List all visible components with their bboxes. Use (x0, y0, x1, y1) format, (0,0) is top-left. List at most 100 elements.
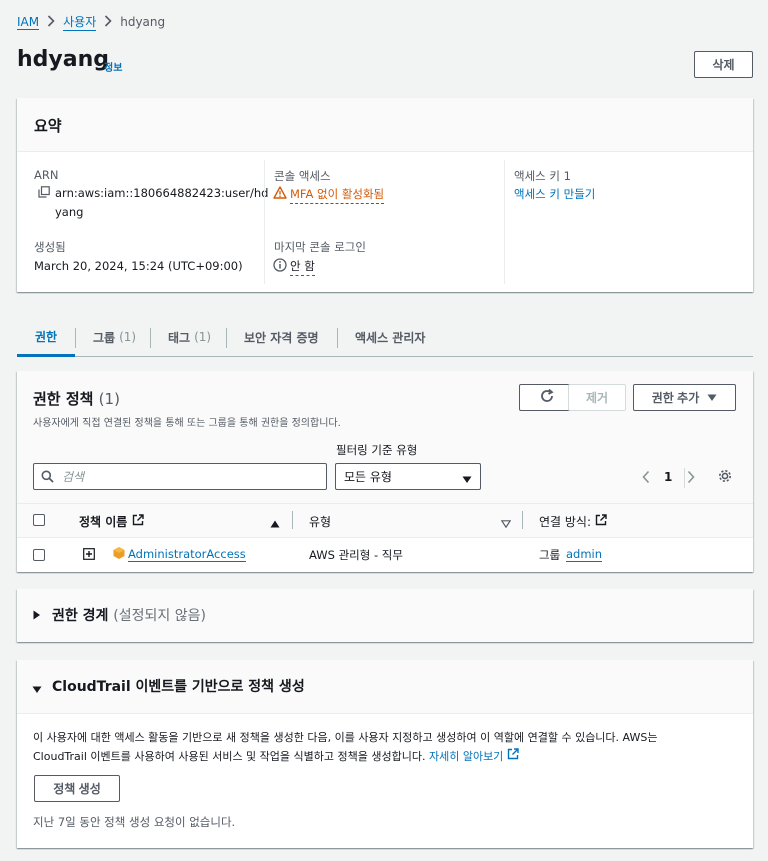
info-link[interactable]: 정보 (104, 59, 122, 74)
breadcrumb-current: hdyang (120, 15, 166, 29)
tab-label: 그룹 (93, 330, 116, 345)
tab-divider (337, 328, 338, 348)
console-access-label: 콘솔 액세스 (274, 169, 331, 183)
cloudtrail-body-line2: CloudTrail 이벤트를 사용하여 사용된 서비스 및 작업을 식별하고 … (33, 748, 519, 764)
tab-label: 태그 (168, 330, 191, 345)
add-permissions-button[interactable]: 권한 추가 (633, 384, 736, 411)
policies-count: (1) (98, 390, 120, 408)
sort-ascending-icon[interactable] (270, 517, 280, 531)
copy-icon[interactable] (38, 186, 50, 201)
column-attached-label: 연결 방식: (539, 515, 592, 529)
external-link-icon (595, 514, 607, 529)
arn-label: ARN (34, 168, 59, 182)
summary-header: 요약 (17, 98, 753, 152)
tab-divider (75, 328, 76, 348)
console-access-value[interactable]: MFA 없이 활성화됨 (290, 186, 385, 204)
search-icon (41, 470, 54, 486)
aws-managed-policy-icon (112, 546, 126, 563)
tab-count: (1) (194, 330, 212, 344)
boundary-status: (설정되지 않음) (113, 608, 206, 624)
access-key-label: 액세스 키 1 (514, 169, 571, 183)
summary-title: 요약 (34, 117, 62, 135)
arn-value-line1: arn:aws:iam::180664882423:user/hd (55, 186, 269, 200)
created-value: March 20, 2024, 15:24 (UTC+09:00) (34, 259, 243, 273)
divider (17, 713, 753, 714)
cloudtrail-policy-panel: CloudTrail 이벤트를 기반으로 정책 생성 이 사용자에 대한 액세스… (17, 660, 753, 848)
arn-value-line2: yang (55, 205, 84, 219)
generate-policy-button[interactable]: 정책 생성 (34, 775, 120, 802)
delete-button[interactable]: 삭제 (694, 51, 753, 78)
remove-button[interactable]: 제거 (568, 384, 626, 411)
breadcrumb-iam-link[interactable]: IAM (17, 15, 40, 30)
refresh-button[interactable] (519, 384, 575, 411)
tab-groups[interactable]: 그룹 (1) (93, 318, 136, 356)
breadcrumb: IAM 사용자 hdyang (17, 12, 165, 32)
filter-label: 필터링 기준 유형 (336, 443, 418, 457)
caret-down-icon (707, 391, 717, 405)
external-link-icon (507, 748, 519, 763)
expand-plus-icon[interactable] (83, 548, 95, 563)
tab-count: (1) (119, 330, 137, 344)
learn-more-label: 자세히 알아보기 (428, 750, 504, 763)
table-row: AdministratorAccess AWS 관리형 - 직무 그룹 admi… (17, 538, 753, 572)
tab-label: 보안 자격 증명 (244, 330, 319, 345)
boundary-title-text: 권한 경계 (52, 608, 109, 624)
add-permissions-label: 권한 추가 (651, 391, 700, 405)
tab-label: 액세스 관리자 (355, 330, 426, 345)
policy-name-link[interactable]: AdministratorAccess (128, 547, 246, 562)
tab-tags[interactable]: 태그 (1) (168, 318, 211, 356)
column-divider (292, 511, 293, 529)
chevron-right-icon (104, 14, 112, 30)
last-login-label: 마지막 콘솔 로그인 (274, 240, 366, 254)
cloudtrail-title: CloudTrail 이벤트를 기반으로 정책 생성 (52, 679, 305, 695)
tab-label: 권한 (34, 329, 58, 344)
attached-via-prefix: 그룹 (539, 548, 561, 562)
chevron-left-icon[interactable] (641, 470, 651, 487)
column-type[interactable]: 유형 (309, 513, 331, 530)
tab-bar: 권한 그룹 (1) 태그 (1) 보안 자격 증명 액세스 관리자 (17, 318, 753, 357)
chevron-right-icon[interactable] (686, 470, 696, 487)
warning-icon (273, 186, 287, 202)
tab-divider (226, 328, 227, 348)
column-divider (504, 160, 505, 284)
column-attached-via[interactable]: 연결 방식: (539, 513, 607, 530)
page-number[interactable]: 1 (664, 470, 672, 484)
tab-access-advisor[interactable]: 액세스 관리자 (355, 318, 425, 356)
caret-right-icon (33, 609, 41, 623)
learn-more-link[interactable]: 자세히 알아보기 (428, 748, 519, 763)
page-title: hdyang (17, 47, 110, 72)
settings-gear-icon[interactable] (717, 468, 733, 487)
tab-permissions[interactable]: 권한 (17, 318, 75, 357)
policies-title: 권한 정책 (1) (33, 388, 120, 409)
filter-type-value: 모든 유형 (344, 470, 392, 484)
last-login-value[interactable]: 안 함 (290, 258, 315, 276)
permissions-boundary-panel[interactable]: 권한 경계 (설정되지 않음) (17, 589, 753, 642)
created-label: 생성됨 (34, 240, 66, 254)
select-all-checkbox[interactable] (33, 514, 45, 526)
column-policy-name[interactable]: 정책 이름 (79, 513, 144, 530)
refresh-icon (539, 388, 555, 407)
external-link-icon (132, 514, 144, 529)
caret-down-icon (462, 473, 472, 487)
caret-down-icon (32, 683, 42, 697)
info-circle-icon (273, 258, 287, 275)
policy-type: AWS 관리형 - 직무 (309, 548, 403, 562)
policies-title-text: 권한 정책 (33, 390, 94, 408)
pagination-divider (684, 468, 685, 488)
row-checkbox[interactable] (33, 549, 45, 561)
column-policy-name-label: 정책 이름 (79, 515, 128, 529)
search-input[interactable] (33, 463, 327, 490)
sort-icon[interactable] (500, 517, 512, 531)
breadcrumb-users-link[interactable]: 사용자 (63, 13, 97, 31)
filter-type-select[interactable]: 모든 유형 (335, 463, 481, 490)
tab-divider (150, 328, 151, 348)
cloudtrail-body-text: CloudTrail 이벤트를 사용하여 사용된 서비스 및 작업을 식별하고 … (33, 750, 426, 763)
column-divider (264, 160, 265, 284)
summary-panel: 요약 ARN arn:aws:iam::180664882423:user/hd… (17, 98, 753, 292)
tab-security-credentials[interactable]: 보안 자격 증명 (244, 318, 319, 356)
boundary-title: 권한 경계 (설정되지 않음) (52, 605, 206, 625)
create-access-key-link[interactable]: 액세스 키 만들기 (514, 186, 595, 202)
chevron-right-icon (47, 14, 55, 30)
group-admin-link[interactable]: admin (566, 547, 603, 562)
policies-description: 사용자에게 직접 연결된 정책을 통해 또는 그룹을 통해 권한을 정의합니다. (33, 418, 341, 429)
